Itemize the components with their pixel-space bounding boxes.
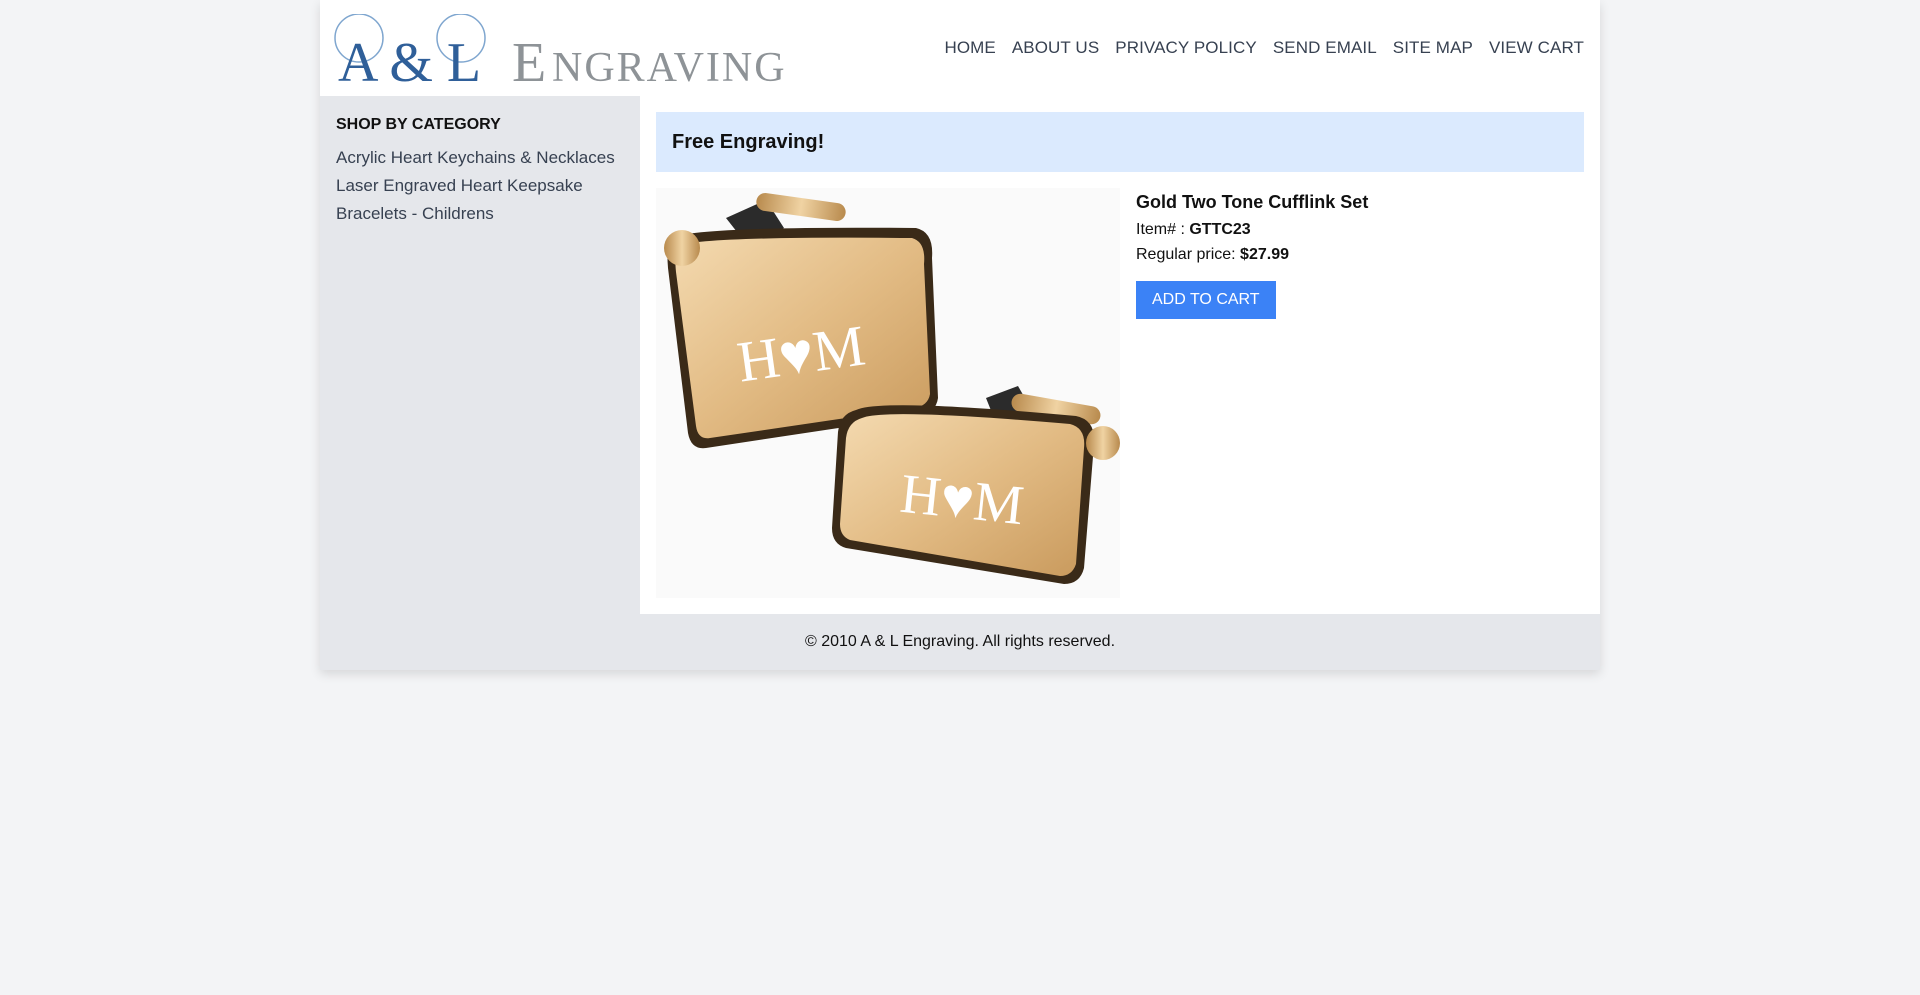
item-number-value: GTTC23 xyxy=(1189,221,1251,238)
price-label: Regular price: xyxy=(1136,246,1241,263)
product-image: H♥M H♥M xyxy=(656,188,1120,598)
copyright-text: © 2010 A & L Engraving. All rights reser… xyxy=(804,633,1116,650)
price-value: $27.99 xyxy=(1240,246,1289,263)
sidebar-title: SHOP BY CATEGORY xyxy=(336,116,501,133)
product-info: Gold Two Tone Cufflink Set Item# : GTTC2… xyxy=(1120,188,1368,598)
item-number-line: Item# : GTTC23 xyxy=(1136,217,1368,242)
engraving-bottom: H♥M xyxy=(897,463,1026,538)
nav-send-email[interactable]: SEND EMAIL xyxy=(1273,38,1377,58)
price-line: Regular price: $27.99 xyxy=(1136,242,1368,267)
sidebar: SHOP BY CATEGORY Acrylic Heart Keychains… xyxy=(320,96,640,614)
nav-home[interactable]: HOME xyxy=(944,38,995,58)
nav-site-map[interactable]: SITE MAP xyxy=(1393,38,1473,58)
svg-text:NGRAVING: NGRAVING xyxy=(552,45,787,86)
top-nav: HOME ABOUT US PRIVACY POLICY SEND EMAIL … xyxy=(944,38,1584,58)
header: A & L E NGRAVING HOME ABOUT US PRIVACY P… xyxy=(320,0,1600,96)
cufflink-bottom: H♥M xyxy=(832,386,1120,584)
category-link-acrylic-heart[interactable]: Acrylic Heart Keychains & Necklaces xyxy=(336,144,624,172)
item-number-label: Item# : xyxy=(1136,221,1190,238)
add-to-cart-button[interactable]: ADD TO CART xyxy=(1136,281,1276,319)
promo-banner: Free Engraving! xyxy=(656,112,1584,172)
main-content: Free Engraving! H♥M H♥M Gold Two Tone Cu… xyxy=(640,96,1600,614)
svg-text:E: E xyxy=(512,32,547,86)
logo: A & L E NGRAVING xyxy=(334,14,787,86)
nav-privacy-policy[interactable]: PRIVACY POLICY xyxy=(1115,38,1257,58)
cufflinks-illustration: H♥M H♥M xyxy=(664,192,1120,584)
nav-about-us[interactable]: ABOUT US xyxy=(1012,38,1099,58)
product-detail: H♥M H♥M Gold Two Tone Cufflink Set Item#… xyxy=(656,188,1584,598)
svg-text:A & L: A & L xyxy=(338,32,481,86)
product-title: Gold Two Tone Cufflink Set xyxy=(1136,192,1369,212)
page-container: A & L E NGRAVING HOME ABOUT US PRIVACY P… xyxy=(320,0,1600,670)
nav-view-cart[interactable]: VIEW CART xyxy=(1489,38,1584,58)
category-link-heart-keepsake[interactable]: Laser Engraved Heart Keepsake xyxy=(336,172,624,200)
category-link-bracelets[interactable]: Bracelets - Childrens xyxy=(336,200,624,228)
footer: © 2010 A & L Engraving. All rights reser… xyxy=(320,614,1600,670)
